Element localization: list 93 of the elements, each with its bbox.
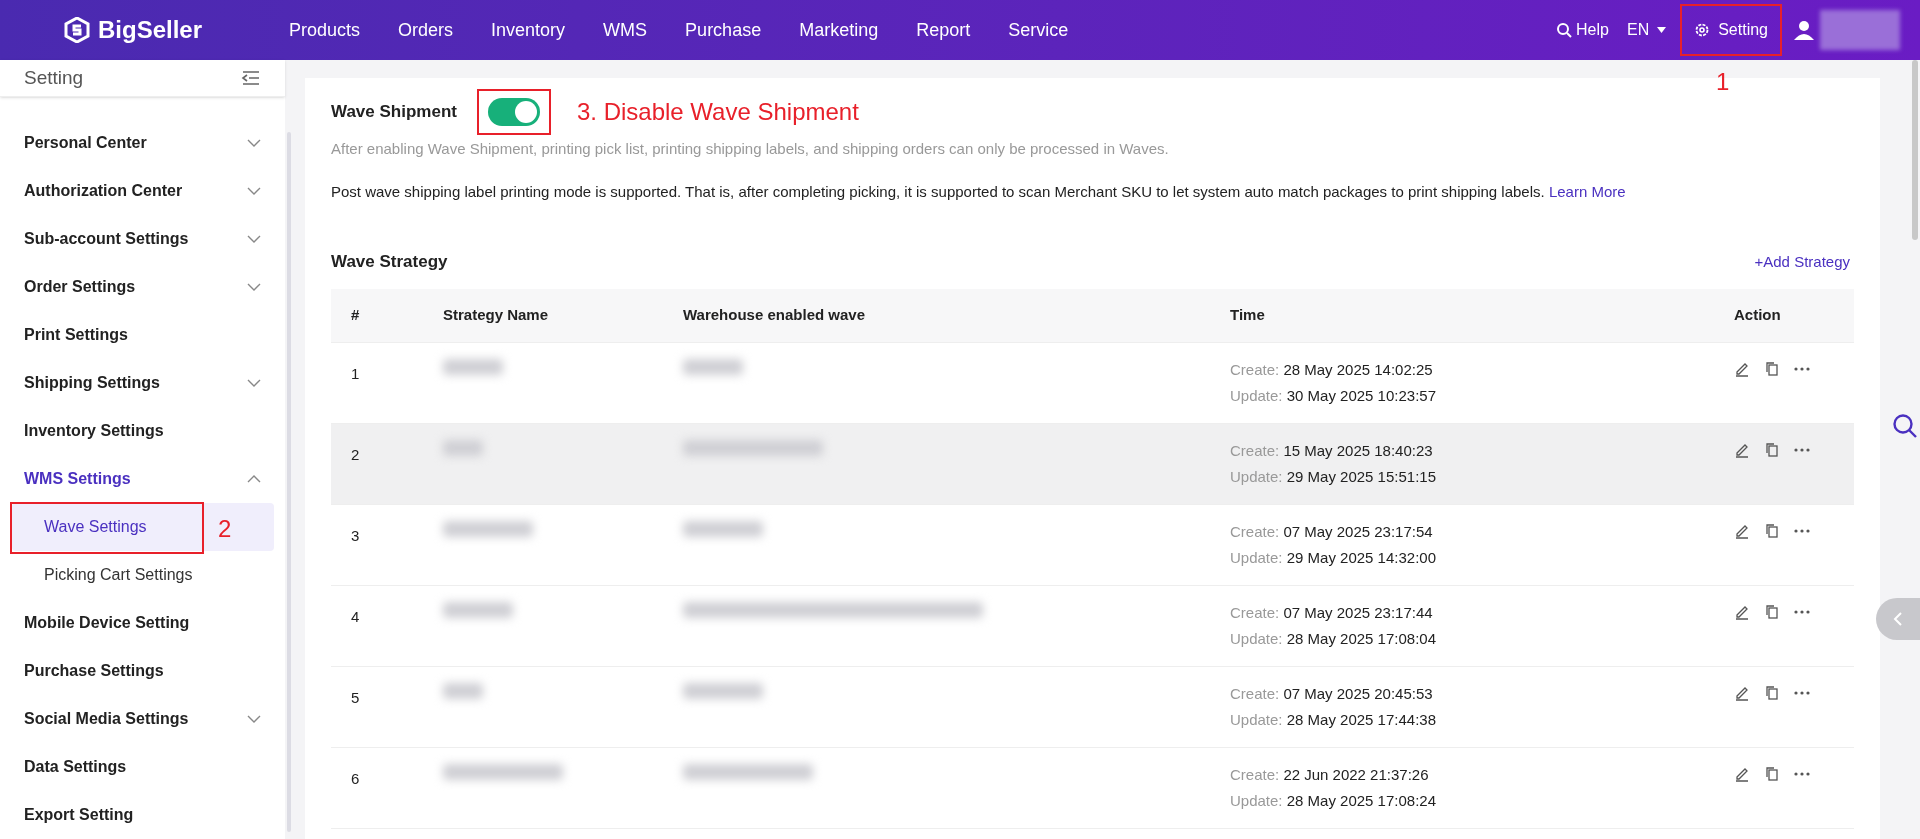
copy-icon[interactable] [1764, 766, 1780, 782]
collapse-menu-icon[interactable] [241, 70, 261, 86]
copy-icon[interactable] [1764, 523, 1780, 539]
nav-link[interactable]: Service [1008, 16, 1069, 44]
update-time: Update: 28 May 2025 17:44:38 [1230, 710, 1437, 730]
blurred-text [443, 683, 483, 699]
row-number: 2 [351, 445, 361, 465]
more-icon[interactable] [1794, 691, 1810, 695]
search-icon[interactable] [1892, 413, 1918, 439]
nav-link[interactable]: Report [916, 16, 971, 44]
edit-icon[interactable] [1734, 685, 1750, 701]
nav-link[interactable]: Purchase [685, 16, 762, 44]
blurred-text [443, 602, 513, 618]
update-time: Update: 29 May 2025 15:51:15 [1230, 467, 1437, 487]
edit-icon[interactable] [1734, 766, 1750, 782]
row-number: 3 [351, 526, 361, 546]
edit-icon[interactable] [1734, 523, 1750, 539]
setting-button[interactable]: Setting [1680, 4, 1782, 56]
user-icon[interactable] [1794, 20, 1814, 40]
blurred-text [443, 440, 483, 456]
logo-icon [64, 17, 90, 43]
learn-more-link[interactable]: Learn More [1548, 182, 1626, 200]
more-icon[interactable] [1794, 367, 1810, 371]
copy-icon[interactable] [1764, 604, 1780, 620]
nav-link[interactable]: Products [289, 16, 361, 44]
section-title: Wave Strategy [331, 251, 448, 274]
edit-icon[interactable] [1734, 361, 1750, 377]
sidebar-item[interactable]: Export Setting [0, 791, 285, 839]
scrollbar[interactable] [1912, 60, 1918, 240]
nav-link[interactable]: Inventory [491, 16, 566, 44]
create-time: Create: 28 May 2025 14:02:25 [1230, 360, 1434, 380]
column-header: Time [1230, 305, 1266, 326]
sidebar-item[interactable]: Order Settings [0, 263, 285, 311]
sidebar-item[interactable]: WMS Settings [0, 455, 285, 503]
add-strategy-link[interactable]: +Add Strategy [1754, 250, 1850, 274]
edit-icon[interactable] [1734, 604, 1750, 620]
hint-text: After enabling Wave Shipment, printing pick list, printing shipping labels, and shipping orders can only be processed in Waves. [331, 139, 1170, 159]
row-number: 1 [351, 364, 361, 384]
annotation-number: 2 [218, 514, 232, 544]
sidebar-item[interactable]: Print Settings [0, 311, 285, 359]
sidebar-item[interactable]: Social Media Settings [0, 695, 285, 743]
help-link[interactable]: Help [1556, 18, 1609, 42]
nav-link[interactable]: Marketing [799, 16, 879, 44]
sidebar-item[interactable]: Data Settings [0, 743, 285, 791]
row-number: 6 [351, 769, 361, 789]
nav-link[interactable]: WMS [603, 16, 648, 44]
create-time: Create: 07 May 2025 23:17:54 [1230, 522, 1434, 542]
info-text: Post wave shipping label printing mode is supported. That is, after completing picking, it is supported to scan Merchant SKU to let system auto match packages to print shipping labels. Learn More [331, 181, 1627, 202]
update-time: Update: 30 May 2025 10:23:57 [1230, 386, 1437, 406]
update-time: Update: 28 May 2025 17:08:24 [1230, 791, 1437, 811]
row-number: 5 [351, 688, 361, 708]
copy-icon[interactable] [1764, 442, 1780, 458]
create-time: Create: 07 May 2025 23:17:44 [1230, 603, 1434, 623]
edit-icon[interactable] [1734, 442, 1750, 458]
copy-icon[interactable] [1764, 685, 1780, 701]
update-time: Update: 28 May 2025 17:08:04 [1230, 629, 1437, 649]
more-icon[interactable] [1794, 529, 1810, 533]
sidebar-item[interactable]: Authorization Center [0, 167, 285, 215]
setting-label: Wave Shipment [331, 101, 457, 124]
column-header: Strategy Name [443, 305, 550, 326]
table-row[interactable]: 2 Create: 15 May 2025 18:40:23 Update: 29 May 2025 15:51:15 [331, 424, 1854, 505]
blurred-text [443, 359, 503, 375]
sidebar-item[interactable]: Inventory Settings [0, 407, 285, 455]
create-time: Create: 07 May 2025 20:45:53 [1230, 684, 1434, 704]
caret-icon [1657, 27, 1667, 33]
more-icon[interactable] [1794, 772, 1810, 776]
logo[interactable]: BigSeller [98, 12, 203, 48]
nav-link[interactable]: Orders [398, 16, 454, 44]
more-icon[interactable] [1794, 448, 1810, 452]
row-number: 4 [351, 607, 361, 627]
search-icon [1556, 22, 1573, 38]
toggle-switch[interactable] [487, 98, 540, 126]
column-header: Warehouse enabled wave [683, 305, 866, 326]
language-dropdown[interactable]: EN [1626, 18, 1667, 42]
sidebar-item[interactable]: Shipping Settings [0, 359, 285, 407]
create-time: Create: 22 Jun 2022 21:37:26 [1230, 765, 1430, 785]
copy-icon[interactable] [1764, 361, 1780, 377]
annotation-text: 3. Disable Wave Shipment [576, 97, 859, 127]
sidebar-item[interactable]: Sub-account Settings [0, 215, 285, 263]
blurred-text [683, 359, 743, 375]
more-icon[interactable] [1794, 610, 1810, 614]
chevron-left-icon [1893, 612, 1903, 626]
update-time: Update: 29 May 2025 14:32:00 [1230, 548, 1437, 568]
sidebar-item[interactable]: Personal Center [0, 119, 285, 167]
sidebar-item[interactable]: Purchase Settings [0, 647, 285, 695]
settings-icon [1694, 22, 1711, 38]
sidebar-title: Setting [24, 65, 84, 90]
sidebar-item[interactable]: Mobile Device Setting [0, 599, 285, 647]
annotation-number: 1 [1716, 67, 1730, 97]
column-header: # [351, 305, 361, 326]
create-time: Create: 15 May 2025 18:40:23 [1230, 441, 1434, 461]
column-header: Action [1734, 305, 1782, 326]
sidebar-subitem[interactable]: Picking Cart Settings [12, 551, 274, 599]
